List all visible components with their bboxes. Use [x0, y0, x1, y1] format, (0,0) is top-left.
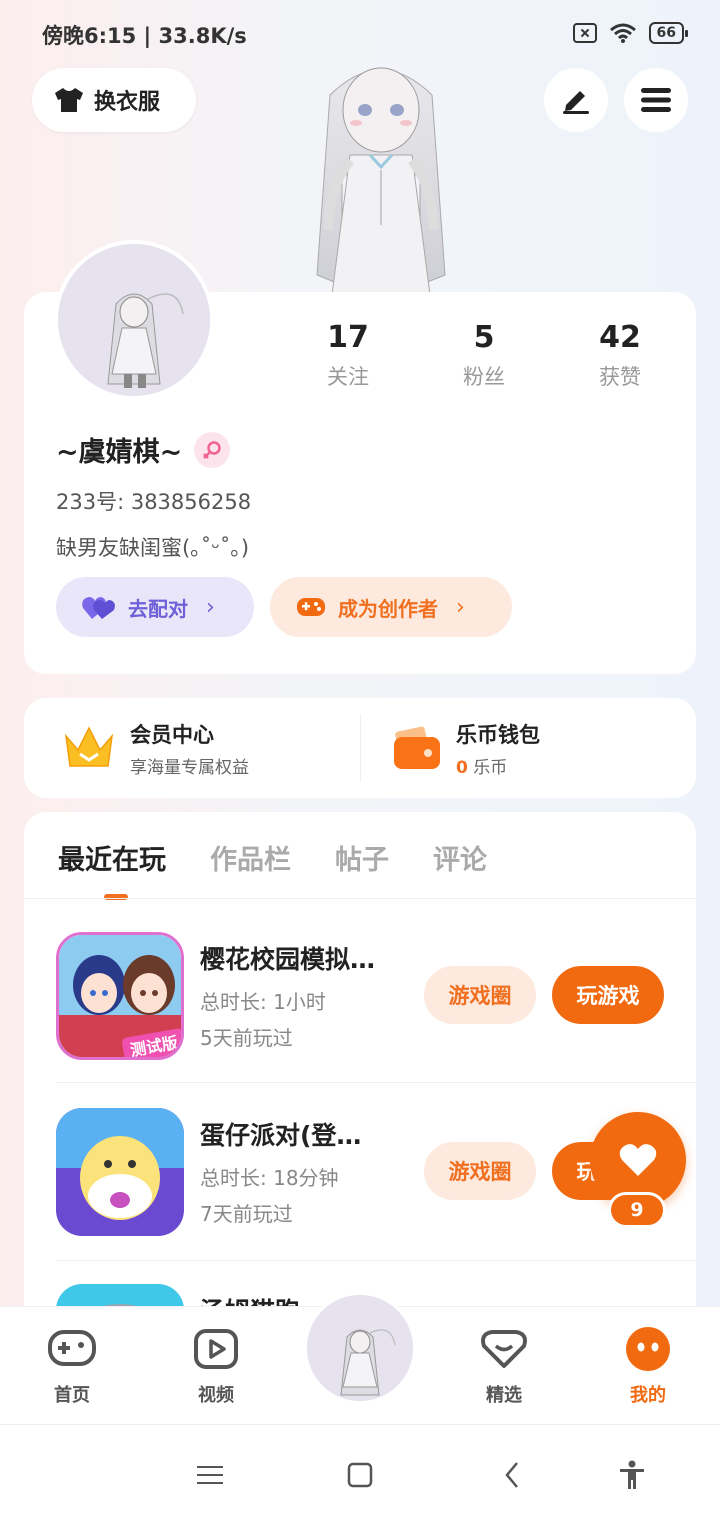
match-button[interactable]: 去配对 ›: [56, 577, 254, 637]
chevron-right-icon: ›: [456, 594, 465, 620]
change-outfit-label: 换衣服: [94, 90, 161, 115]
stat-fans-label: 粉丝: [463, 365, 505, 389]
battery-indicator: 66: [648, 22, 689, 44]
user-name: ~虞婧棋~: [56, 437, 183, 468]
nav-video-label: 视频: [198, 1385, 234, 1406]
nav-home-label: 首页: [54, 1385, 90, 1406]
like-count-badge: 9: [608, 1192, 666, 1228]
user-id: 233号: 383856258: [56, 490, 252, 514]
hamburger-icon: [641, 88, 671, 112]
change-outfit-button[interactable]: 换衣服: [32, 68, 196, 132]
become-creator-button[interactable]: 成为创作者 ›: [270, 577, 512, 637]
recent-apps-icon[interactable]: [190, 1455, 230, 1495]
member-card: 会员中心 享海量专属权益 乐币钱包 0 乐币: [24, 698, 696, 798]
video-icon: [194, 1329, 238, 1369]
wifi-icon: [609, 23, 636, 43]
game-last-played: 7天前玩过: [200, 1202, 293, 1226]
name-row: ~虞婧棋~: [56, 430, 231, 469]
menu-button[interactable]: [624, 68, 688, 132]
profile-face-icon: [626, 1327, 670, 1371]
chevron-right-icon: ›: [206, 594, 215, 620]
divider: [360, 714, 361, 782]
pen-icon: [563, 91, 589, 114]
female-icon: [194, 431, 231, 468]
stat-likes[interactable]: 42 获赞: [552, 320, 688, 391]
shirt-icon: [55, 88, 83, 112]
nav-home[interactable]: 首页: [27, 1325, 117, 1407]
game-duration: 总时长: 18分钟: [200, 1166, 339, 1190]
tab-works[interactable]: 作品栏: [210, 838, 291, 877]
stat-likes-count: 42: [599, 320, 641, 355]
wallet-icon: [394, 726, 440, 769]
divider: [56, 1260, 696, 1261]
wallet-balance: 0 乐币: [456, 753, 540, 778]
game-icon-eggy[interactable]: [56, 1108, 184, 1236]
tab-posts[interactable]: 帖子: [335, 838, 389, 877]
stat-following-count: 17: [327, 320, 369, 355]
edit-profile-button[interactable]: [544, 68, 608, 132]
gamepad-icon: [297, 598, 325, 616]
play-game-button[interactable]: 玩游戏: [552, 966, 664, 1024]
profile-stats: 17 关注 5 粉丝 42 获赞: [280, 320, 700, 391]
user-bio: 缺男友缺闺蜜(｡˚ᵕ˚｡): [56, 536, 250, 560]
home-icon[interactable]: [340, 1455, 380, 1495]
gamepad-icon: [48, 1330, 96, 1366]
stat-following-label: 关注: [327, 365, 369, 389]
crown-icon: [64, 726, 114, 767]
nav-featured[interactable]: 精选: [459, 1325, 549, 1407]
stat-fans-count: 5: [473, 320, 495, 355]
stat-following[interactable]: 17 关注: [280, 320, 416, 391]
nav-featured-label: 精选: [486, 1385, 522, 1406]
nav-mine[interactable]: 我的: [603, 1325, 693, 1407]
divider: [56, 1082, 696, 1083]
game-last-played: 5天前玩过: [200, 1026, 293, 1050]
double-heart-icon: [82, 597, 115, 619]
wallet-title: 乐币钱包: [456, 722, 540, 747]
stat-fans[interactable]: 5 粉丝: [416, 320, 552, 391]
wallet[interactable]: 乐币钱包 0 乐币: [392, 698, 540, 798]
vip-center[interactable]: 会员中心 享海量专属权益: [62, 698, 249, 798]
tab-recently-played[interactable]: 最近在玩: [58, 838, 166, 900]
match-label: 去配对: [128, 596, 188, 621]
game-icon-sakura[interactable]: 测试版: [56, 932, 184, 1060]
become-creator-label: 成为创作者: [338, 596, 438, 621]
nav-video[interactable]: 视频: [171, 1325, 261, 1407]
nav-mine-label: 我的: [630, 1385, 666, 1406]
game-circle-button[interactable]: 游戏圈: [424, 966, 536, 1024]
accessibility-icon[interactable]: [612, 1455, 652, 1495]
status-time-speed: 傍晚6:15 | 33.8K/s: [42, 24, 247, 48]
profile-tabs: 最近在玩 作品栏 帖子 评论: [58, 838, 487, 900]
character-model-image[interactable]: [270, 55, 492, 295]
game-duration: 总时长: 1小时: [200, 990, 326, 1014]
stat-likes-label: 获赞: [599, 365, 641, 389]
game-title: 樱花校园模拟…: [200, 945, 376, 974]
center-avatar-button[interactable]: [304, 1292, 416, 1404]
wallet-amount: 0: [456, 757, 468, 778]
tab-comments[interactable]: 评论: [433, 838, 487, 877]
divider: [24, 898, 696, 899]
heart-diamond-icon: [481, 1330, 527, 1368]
sim-off-icon: [572, 23, 597, 43]
game-title: 蛋仔派对(登…: [200, 1121, 362, 1150]
system-nav-bar: [0, 1424, 720, 1520]
game-circle-button[interactable]: 游戏圈: [424, 1142, 536, 1200]
back-icon[interactable]: [492, 1455, 532, 1495]
heart-icon: [619, 1144, 657, 1176]
vip-title: 会员中心: [130, 722, 214, 747]
wallet-unit: 乐币: [473, 757, 508, 778]
avatar[interactable]: [54, 240, 214, 400]
vip-subtitle: 享海量专属权益: [130, 757, 249, 778]
